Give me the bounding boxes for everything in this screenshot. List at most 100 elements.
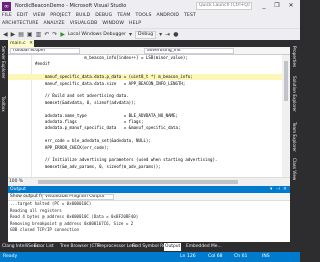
status-char: Ch 61 <box>234 254 248 259</box>
output-text[interactable]: ...target halted (PC = 0x000010C) Reading… <box>8 201 282 242</box>
menu-edit[interactable]: EDIT <box>17 12 28 19</box>
output-close-icon[interactable]: ✕ <box>283 186 287 193</box>
output-dropdown-icon[interactable]: ▾ <box>270 186 272 193</box>
visual-studio-logo-icon: ∞ <box>2 1 11 11</box>
menu-architecture[interactable]: ARCHITECTURE <box>2 20 39 27</box>
quick-launch-input[interactable]: Quick Launch (Ctrl+Q) <box>196 2 252 10</box>
close-button[interactable]: ✕ <box>285 1 297 11</box>
left-tool-strip: Server Explorer Toolbox <box>0 40 8 252</box>
code-line-text: // Build and set advertising data. <box>35 93 129 99</box>
menu-android[interactable]: ANDROID <box>157 12 180 19</box>
menu-window[interactable]: WINDOW <box>102 20 124 27</box>
menu-analyze[interactable]: ANALYZE <box>44 20 65 27</box>
properties-tab[interactable]: Properties <box>292 46 297 67</box>
code-line: err_code = ble_advdata_set(&advdata, NUL… <box>8 138 282 144</box>
member-select[interactable]: advertising_init <box>144 48 234 54</box>
step-icon[interactable]: ⇥ <box>165 30 170 40</box>
bottom-tool-tabs: Clang IntelliSens... Error List Tree Brows… <box>0 242 300 252</box>
back-icon[interactable]: ◀ <box>3 30 8 40</box>
menu-tools[interactable]: TOOLS <box>135 12 151 19</box>
horizontal-scroll-thumb[interactable] <box>38 180 238 184</box>
code-line: #endif <box>8 61 282 67</box>
new-file-icon[interactable]: ▤ <box>18 30 24 40</box>
output-line: Reading all registers <box>10 207 62 213</box>
code-line-text: // Initialize advertising parameters (us… <box>35 157 218 163</box>
code-line: advdata.flags = flags; <box>8 119 282 125</box>
run-dropdown-icon[interactable]: ▾ <box>129 30 132 40</box>
title-bar: ∞ NordicBeaconDemo - Microsoft Visual St… <box>0 0 300 12</box>
status-state: Ready <box>3 254 18 259</box>
minimize-button[interactable]: _ <box>258 1 270 11</box>
code-line-text: memset(&m_adv_params, 0, sizeof(m_adv_pa… <box>35 163 161 169</box>
breakpoint-icon[interactable]: ● <box>173 30 178 40</box>
bottom-tab[interactable]: Error List <box>33 243 55 251</box>
undo-icon[interactable]: ↶ <box>44 30 49 40</box>
config-dropdown-icon[interactable]: ▾ <box>159 30 162 40</box>
menu-help[interactable]: HELP <box>129 20 141 27</box>
code-line: manuf_specific_data.data.p_data = (uint8… <box>8 74 282 81</box>
pin-icon[interactable]: ⊣ <box>276 186 280 193</box>
redo-icon[interactable]: ↷ <box>52 30 57 40</box>
menu-team[interactable]: TEAM <box>117 12 130 19</box>
bottom-tab[interactable]: Embedded Me... <box>185 243 223 251</box>
menu-file[interactable]: FILE <box>2 12 12 19</box>
right-tool-strip: Properties Solution Explorer Team Explor… <box>290 40 300 252</box>
zoom-level[interactable]: 100 % <box>9 179 23 185</box>
code-line-text: err_code = ble_advdata_set(&advdata, NUL… <box>35 138 151 144</box>
menu-visualgdb[interactable]: VISUALGDB <box>70 20 98 27</box>
menu-test[interactable]: TEST <box>184 12 196 19</box>
output-line: GDB closed TCP/IP connection <box>10 227 80 233</box>
output-source-select[interactable]: VisualGDB Program Output <box>42 194 114 200</box>
menu-project[interactable]: PROJECT <box>50 12 71 19</box>
configuration-select[interactable]: Debug <box>135 30 157 39</box>
code-line: manuf_specific_data.data.size = APP_BEAC… <box>8 81 282 87</box>
status-column: Col 68 <box>208 254 223 259</box>
forward-icon[interactable]: ▶ <box>11 30 16 40</box>
menu-row-2: ARCHITECTURE ANALYZE VISUALGDB WINDOW HE… <box>2 20 141 27</box>
status-line: Ln 126 <box>180 254 196 259</box>
output-title: Output <box>8 186 290 193</box>
tab-main-c[interactable]: main.c ✕ <box>8 40 34 47</box>
code-line: memset(&m_adv_params, 0, sizeof(m_adv_pa… <box>8 164 282 170</box>
code-line-text: advdata.flags = flags; <box>35 119 144 124</box>
code-line-text: APP_ERROR_CHECK(err_code); <box>35 144 109 150</box>
code-line-text: manuf_specific_data.data.size = APP_BEAC… <box>35 80 186 86</box>
menu-view[interactable]: VIEW <box>33 12 45 19</box>
solution-explorer-tab[interactable]: Solution Explorer <box>292 76 297 112</box>
code-line: advdata.name_type = BLE_ADVDATA_NO_NAME; <box>8 113 282 119</box>
code-line-text: m_beacon_info[index++] = LSB(minor_value… <box>35 55 188 60</box>
vertical-scroll-thumb[interactable] <box>284 61 288 101</box>
code-line-text: memset(&advdata, 0, sizeof(advdata)); <box>35 99 137 105</box>
editor-vertical-scrollbar[interactable] <box>282 55 290 177</box>
scope-select[interactable]: (Global Scope) <box>10 48 80 54</box>
code-line-text: #endif <box>35 61 50 67</box>
toolbox-tab[interactable]: Toolbox <box>1 96 6 112</box>
tab-close-icon[interactable]: ✕ <box>29 40 33 47</box>
menu-build[interactable]: BUILD <box>76 12 90 19</box>
bottom-tab[interactable]: Output <box>164 243 182 251</box>
menu-debug[interactable]: DEBUG <box>95 12 112 19</box>
menu-bar: FILE EDIT VIEW PROJECT BUILD DEBUG TEAM … <box>0 12 300 28</box>
code-area[interactable]: m_beacon_info[index++] = LSB(minor_value… <box>8 55 282 177</box>
code-line: memset(&advdata, 0, sizeof(advdata)); <box>8 100 282 106</box>
output-line: Removing breakpoint @ address 0x000167C6… <box>10 220 134 226</box>
code-editor: main.c ✕ (Global Scope) advertising_init… <box>8 40 290 186</box>
start-debugging-icon[interactable]: ▶ <box>60 31 65 38</box>
editor-horizontal-scrollbar[interactable]: 100 % <box>8 177 290 186</box>
class-view-tab[interactable]: Class View <box>292 158 297 180</box>
run-target-button[interactable]: Local Windows Debugger <box>68 32 126 37</box>
save-icon[interactable]: ▥ <box>36 30 42 40</box>
output-panel: Output ▾ ⊣ ✕ Show output from: VisualGDB… <box>8 186 290 242</box>
team-explorer-tab[interactable]: Team Explorer <box>292 122 297 152</box>
code-line: m_beacon_info[index++] = LSB(minor_value… <box>8 55 282 61</box>
code-line: // Build and set advertising data. <box>8 93 282 99</box>
bottom-tab[interactable]: Tree Browser (CTS <box>59 243 101 251</box>
maximize-button[interactable]: ❐ <box>271 1 283 11</box>
output-line: ...target halted (PC = 0x000010C) <box>10 201 92 206</box>
open-folder-icon[interactable]: ▣ <box>27 30 33 40</box>
navigation-bar: (Global Scope) advertising_init <box>8 47 290 55</box>
window-title: NordicBeaconDemo - Microsoft Visual Stud… <box>15 3 127 9</box>
server-explorer-tab[interactable]: Server Explorer <box>1 46 6 79</box>
